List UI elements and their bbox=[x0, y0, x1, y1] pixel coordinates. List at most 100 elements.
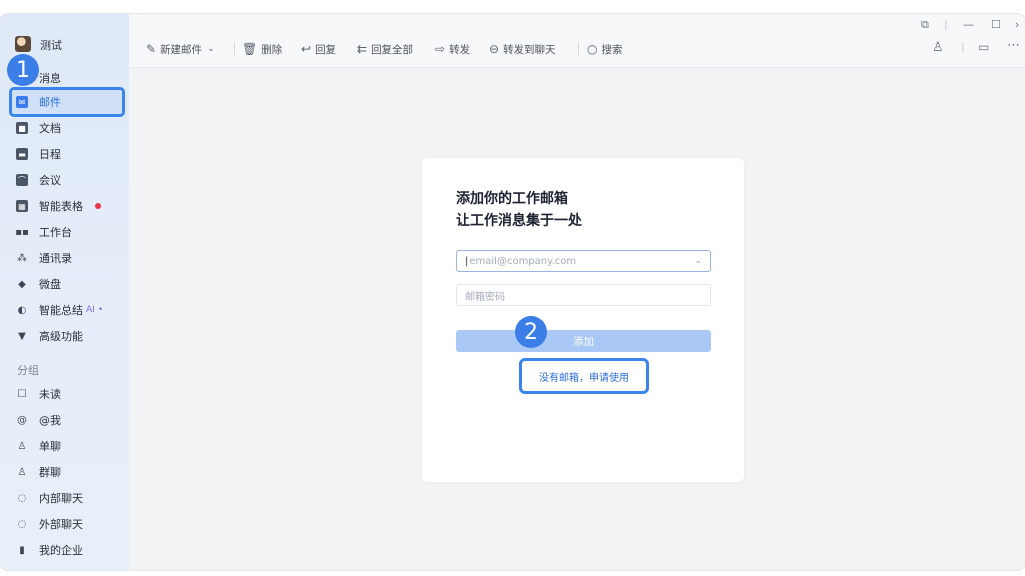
delete-label: 删除 bbox=[261, 43, 283, 56]
calendar-icon: ▬ bbox=[16, 148, 28, 160]
group-item-label: 内部聊天 bbox=[39, 492, 83, 505]
apply-mailbox-link[interactable]: 没有邮箱，申请使用 bbox=[519, 358, 649, 394]
advanced-icon: ▼ bbox=[18, 330, 26, 342]
table-icon: ▦ bbox=[16, 200, 28, 212]
sidebar-item-label: 智能总结 bbox=[39, 304, 83, 317]
password-field[interactable]: 邮箱密码 bbox=[456, 284, 711, 306]
minimize-icon[interactable]: — bbox=[963, 18, 974, 31]
reply-all-icon: ⇇ bbox=[357, 42, 368, 56]
person-icon: ♙ bbox=[17, 440, 27, 452]
username: 测试 bbox=[40, 39, 62, 52]
search-label: 搜索 bbox=[601, 43, 623, 56]
step-badge-1: 1 bbox=[7, 54, 39, 86]
chevron-down-icon[interactable]: ⌄ bbox=[207, 44, 215, 54]
at-icon: @ bbox=[17, 414, 27, 426]
forward-button[interactable]: ⇨ 转发 bbox=[435, 42, 470, 56]
account-icon[interactable]: ♙ bbox=[932, 40, 944, 55]
doc-icon: ■ bbox=[16, 122, 28, 134]
card-title-line2: 让工作消息集于一处 bbox=[456, 213, 582, 229]
group-item-single-chat[interactable]: ♙ 单聊 bbox=[10, 434, 124, 458]
add-button[interactable]: 添加 bbox=[456, 330, 711, 352]
sidebar-item-workbench[interactable]: ▪▪ 工作台 bbox=[10, 220, 124, 244]
add-mailbox-card: 添加你的工作邮箱 让工作消息集于一处 | email@company.com ⌄… bbox=[422, 158, 744, 482]
sidebar-item-advanced[interactable]: ▼ 高级功能 bbox=[10, 324, 124, 348]
grid-icon: ▪▪ bbox=[15, 226, 29, 238]
group-item-my-company[interactable]: ▮ 我的企业 bbox=[10, 538, 124, 562]
meeting-icon: ⌒ bbox=[16, 174, 28, 186]
group-item-external-chat[interactable]: ◌ 外部聊天 bbox=[10, 512, 124, 536]
drive-icon: ◆ bbox=[18, 278, 26, 290]
mail-main-area: 添加你的工作邮箱 让工作消息集于一处 | email@company.com ⌄… bbox=[129, 68, 1025, 570]
chat-forward-icon: ⊖ bbox=[489, 42, 500, 56]
group-item-unread[interactable]: ☐ 未读 bbox=[10, 382, 124, 406]
new-mail-button[interactable]: ✎ 新建邮件 ⌄ bbox=[146, 42, 219, 56]
avatar[interactable] bbox=[15, 36, 31, 52]
group-item-label: 群聊 bbox=[39, 466, 61, 479]
sidebar-item-drive[interactable]: ◆ 微盘 bbox=[10, 272, 124, 296]
forward-icon: ⇨ bbox=[435, 42, 446, 56]
forward-to-chat-label: 转发到聊天 bbox=[503, 43, 556, 56]
more-icon[interactable]: ⋯ bbox=[1007, 38, 1020, 53]
reply-all-button[interactable]: ⇇ 回复全部 bbox=[357, 42, 413, 56]
sidebar-item-label: 日程 bbox=[39, 148, 61, 161]
unread-icon: ☐ bbox=[17, 388, 27, 400]
password-placeholder: 邮箱密码 bbox=[465, 291, 505, 303]
group-item-internal-chat[interactable]: ◌ 内部聊天 bbox=[10, 486, 124, 510]
reply-button[interactable]: ↩ 回复 bbox=[301, 42, 336, 56]
group-item-label: @我 bbox=[39, 414, 61, 427]
sidebar-item-calendar[interactable]: ▬ 日程 bbox=[10, 142, 124, 166]
compose-icon: ✎ bbox=[146, 42, 157, 56]
reply-label: 回复 bbox=[315, 43, 337, 56]
forward-label: 转发 bbox=[449, 43, 471, 56]
close-icon[interactable]: › bbox=[1015, 18, 1019, 31]
sidebar-item-label: 高级功能 bbox=[39, 330, 83, 343]
sidebar-item-contacts[interactable]: ⁂ 通讯录 bbox=[10, 246, 124, 270]
sidebar-item-label: 工作台 bbox=[39, 226, 72, 239]
sidebar-item-label: 微盘 bbox=[39, 278, 61, 291]
text-caret: | bbox=[465, 255, 469, 267]
layout-icon[interactable]: ▭ bbox=[978, 40, 989, 54]
search-button[interactable]: ○ 搜索 bbox=[587, 42, 622, 56]
group-item-label: 未读 bbox=[39, 388, 61, 401]
window-divider: | bbox=[944, 18, 948, 31]
app-window: 测试 消息 ✉ 邮件 ■ 文档 ▬ 日程 ⌒ 会议 ▦ 智能表格 ▪▪ 工作台 bbox=[0, 14, 1025, 570]
sparkle-icon: • bbox=[97, 305, 104, 315]
toolbar-divider: | bbox=[961, 40, 965, 53]
notification-dot bbox=[95, 203, 101, 209]
group-item-group-chat[interactable]: ♙ 群聊 bbox=[10, 460, 124, 484]
sidebar-item-smart-summary[interactable]: ◐ 智能总结 AI • bbox=[10, 298, 124, 322]
summary-icon: ◐ bbox=[17, 304, 27, 316]
sidebar-item-smart-table[interactable]: ▦ 智能表格 bbox=[10, 194, 124, 218]
mail-toolbar: ✎ 新建邮件 ⌄ 🗑 删除 ↩ 回复 ⇇ 回复全部 ⇨ 转发 ⊖ 转发到聊天 ○… bbox=[129, 14, 1025, 68]
reply-icon: ↩ bbox=[301, 42, 312, 56]
email-placeholder: email@company.com bbox=[469, 255, 577, 267]
group-item-label: 单聊 bbox=[39, 440, 61, 453]
email-field[interactable]: | email@company.com ⌄ bbox=[456, 250, 711, 272]
card-title-line1: 添加你的工作邮箱 bbox=[456, 191, 568, 207]
sidebar-item-label: 智能表格 bbox=[39, 200, 83, 213]
reply-all-label: 回复全部 bbox=[371, 43, 414, 56]
forward-to-chat-button[interactable]: ⊖ 转发到聊天 bbox=[489, 42, 556, 56]
sidebar: 测试 消息 ✉ 邮件 ■ 文档 ▬ 日程 ⌒ 会议 ▦ 智能表格 ▪▪ 工作台 bbox=[0, 14, 129, 570]
search-icon: ○ bbox=[587, 42, 598, 56]
chevron-down-icon[interactable]: ⌄ bbox=[694, 256, 702, 266]
group-item-at-me[interactable]: @ @我 bbox=[10, 408, 124, 432]
contacts-icon: ⁂ bbox=[17, 252, 27, 264]
popout-icon[interactable]: ⧉ bbox=[921, 18, 929, 32]
group-item-label: 我的企业 bbox=[39, 544, 83, 557]
mail-highlight-box bbox=[9, 87, 125, 117]
group-item-label: 外部聊天 bbox=[39, 518, 83, 531]
sidebar-item-docs[interactable]: ■ 文档 bbox=[10, 116, 124, 140]
step-badge-2: 2 bbox=[515, 316, 547, 348]
delete-button[interactable]: 🗑 删除 bbox=[242, 42, 282, 56]
toolbar-divider bbox=[234, 42, 235, 56]
sidebar-item-label: 消息 bbox=[39, 72, 61, 85]
company-icon: ▮ bbox=[19, 544, 25, 556]
sidebar-item-meeting[interactable]: ⌒ 会议 bbox=[10, 168, 124, 192]
group-icon: ♙ bbox=[17, 466, 27, 478]
maximize-icon[interactable]: ☐ bbox=[991, 18, 1001, 31]
sidebar-item-label: 通讯录 bbox=[39, 252, 72, 265]
external-chat-icon: ◌ bbox=[17, 518, 27, 530]
trash-icon: 🗑 bbox=[242, 42, 258, 56]
group-section-label: 分组 bbox=[17, 364, 39, 377]
